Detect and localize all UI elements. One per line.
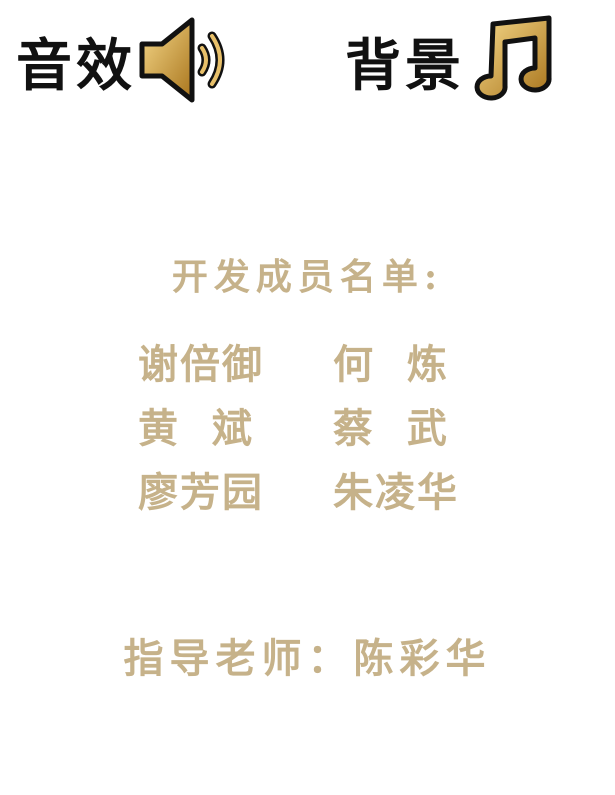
background-music-label: 背景 bbox=[345, 33, 465, 99]
name-row: 廖芳园 朱凌华 bbox=[0, 460, 615, 524]
music-note-icon bbox=[465, 14, 557, 110]
background-music-toggle[interactable]: 背景 bbox=[345, 14, 557, 109]
name-row: 谢倍御 何 炼 bbox=[0, 332, 615, 396]
member-name: 朱凌华 bbox=[333, 469, 459, 516]
sound-effects-label: 音效 bbox=[16, 33, 136, 99]
speaker-volume-icon bbox=[136, 14, 236, 110]
sound-effects-toggle[interactable]: 音效 bbox=[16, 14, 236, 109]
developer-names: 谢倍御 何 炼 黄 斌 蔡 武 廖芳园 朱凌华 bbox=[0, 332, 615, 524]
member-name: 廖芳园 bbox=[138, 469, 264, 516]
member-name: 黄 斌 bbox=[138, 405, 254, 452]
name-row: 黄 斌 蔡 武 bbox=[0, 396, 615, 460]
credits-title: 开发成员名单: bbox=[171, 256, 444, 298]
member-name: 蔡 武 bbox=[333, 405, 449, 452]
advisor-credit: 指导老师：陈彩华 bbox=[123, 635, 492, 682]
member-name: 何 炼 bbox=[333, 341, 449, 388]
member-name: 谢倍御 bbox=[138, 341, 264, 388]
top-bar: 音效 背景 bbox=[0, 0, 615, 120]
